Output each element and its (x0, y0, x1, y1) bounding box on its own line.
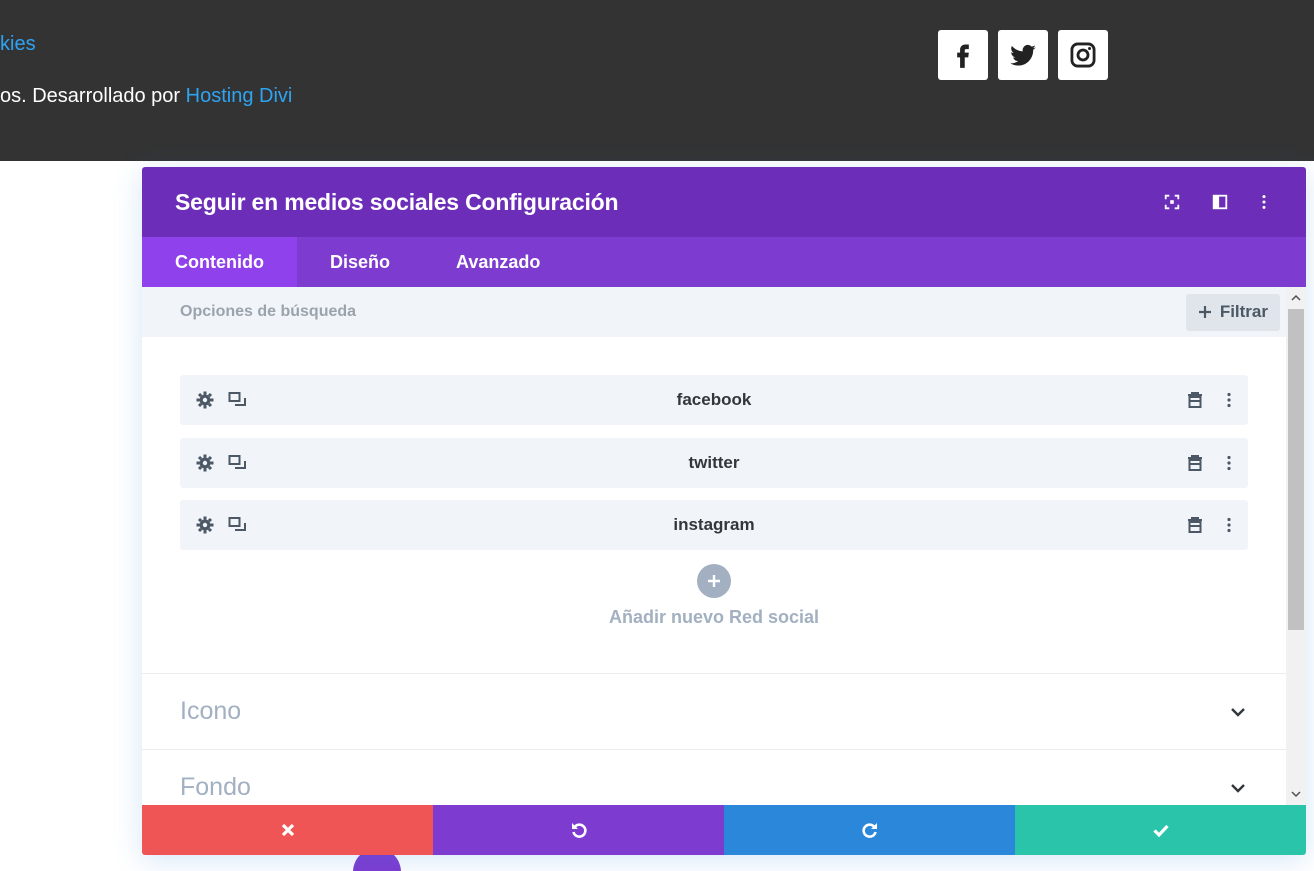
instagram-icon (1070, 42, 1096, 68)
settings-tabs: Contenido Diseño Avanzado (142, 237, 1306, 287)
duplicate-icon (228, 454, 246, 469)
footer-credit-text: os. Desarrollado por (0, 85, 186, 107)
tab-diseno[interactable]: Diseño (297, 237, 423, 287)
item-menu-button[interactable] (1218, 389, 1240, 411)
more-options-button[interactable] (1244, 182, 1284, 222)
search-options-bar[interactable]: Opciones de búsqueda Filtrar (142, 287, 1306, 337)
expand-icon (1164, 194, 1180, 210)
gear-icon (196, 454, 214, 471)
social-network-list: facebook twitter instagram (142, 337, 1286, 550)
section-title: Icono (180, 697, 242, 725)
scroll-up-icon[interactable] (1290, 292, 1302, 304)
delete-button[interactable] (1184, 514, 1206, 536)
kebab-menu-icon (1227, 517, 1231, 533)
item-label: twitter (688, 452, 740, 472)
settings-scrollbar[interactable] (1286, 287, 1306, 805)
filter-button[interactable]: Filtrar (1185, 293, 1280, 331)
settings-gear-button[interactable] (194, 514, 216, 536)
fullscreen-button[interactable] (1148, 182, 1196, 222)
trash-icon (1188, 392, 1202, 408)
duplicate-button[interactable] (226, 389, 248, 411)
delete-button[interactable] (1184, 389, 1206, 411)
duplicate-icon (228, 392, 246, 406)
close-icon (281, 823, 294, 837)
header-actions (1148, 167, 1284, 237)
modal-header: Seguir en medios sociales Configuración (142, 167, 1306, 237)
list-item[interactable]: instagram (180, 500, 1248, 550)
filter-label: Filtrar (1219, 302, 1268, 321)
undo-icon (571, 823, 587, 838)
plus-icon (708, 575, 720, 587)
kebab-menu-icon (1227, 455, 1231, 470)
cancel-button[interactable] (142, 805, 433, 855)
item-label: instagram (673, 515, 755, 534)
plus-icon (1198, 306, 1211, 318)
settings-gear-button[interactable] (194, 389, 216, 411)
scroll-down-icon[interactable] (1290, 788, 1302, 800)
trash-icon (1188, 454, 1202, 471)
hosting-divi-link[interactable]: Hosting Divi (186, 85, 293, 107)
settings-content: facebook twitter instagram Añadir nuevo … (142, 337, 1286, 805)
twitter-social-button[interactable] (998, 30, 1048, 80)
site-footer: kies os. Desarrollado por Hosting Divi (0, 0, 1314, 161)
section-fondo[interactable]: Fondo (142, 749, 1286, 805)
modal-title: Seguir en medios sociales Configuración (175, 188, 619, 215)
cookies-link[interactable]: kies (0, 33, 36, 56)
split-view-button[interactable] (1196, 182, 1244, 222)
trash-icon (1188, 517, 1202, 533)
item-menu-button[interactable] (1218, 514, 1240, 536)
kebab-menu-icon (1227, 392, 1231, 408)
item-label: facebook (676, 390, 752, 409)
save-button[interactable] (1015, 805, 1306, 855)
tab-contenido[interactable]: Contenido (142, 237, 297, 287)
footer-credit: os. Desarrollado por Hosting Divi (0, 85, 292, 108)
chevron-down-icon (1231, 783, 1245, 793)
gear-icon (196, 391, 214, 409)
section-title: Fondo (180, 773, 251, 801)
add-social-network-label[interactable]: Añadir nuevo Red social (609, 607, 819, 628)
scroll-thumb[interactable] (1288, 309, 1304, 630)
duplicate-button[interactable] (226, 452, 248, 474)
list-item[interactable]: twitter (180, 437, 1248, 488)
redo-button[interactable] (724, 805, 1015, 855)
columns-icon (1212, 194, 1228, 210)
module-settings-modal: Seguir en medios sociales Configuración … (142, 167, 1306, 855)
undo-button[interactable] (433, 805, 724, 855)
duplicate-button[interactable] (226, 514, 248, 536)
add-item-area: Añadir nuevo Red social (142, 564, 1286, 628)
chevron-down-icon (1231, 707, 1245, 717)
list-item[interactable]: facebook (180, 375, 1248, 425)
delete-button[interactable] (1184, 452, 1206, 474)
redo-icon (861, 823, 877, 838)
check-icon (1152, 824, 1169, 838)
tab-avanzado[interactable]: Avanzado (423, 237, 573, 287)
modal-action-bar (142, 805, 1306, 855)
facebook-social-button[interactable] (938, 30, 988, 80)
settings-gear-button[interactable] (194, 452, 216, 474)
instagram-social-button[interactable] (1058, 30, 1108, 80)
gear-icon (196, 516, 214, 534)
twitter-icon (1010, 44, 1036, 66)
section-icono[interactable]: Icono (142, 673, 1286, 749)
add-social-network-button[interactable] (697, 564, 731, 598)
kebab-menu-icon (1262, 195, 1266, 209)
item-menu-button[interactable] (1218, 452, 1240, 474)
search-input[interactable]: Opciones de búsqueda (180, 303, 356, 321)
duplicate-icon (228, 517, 246, 531)
facebook-icon (957, 44, 969, 68)
